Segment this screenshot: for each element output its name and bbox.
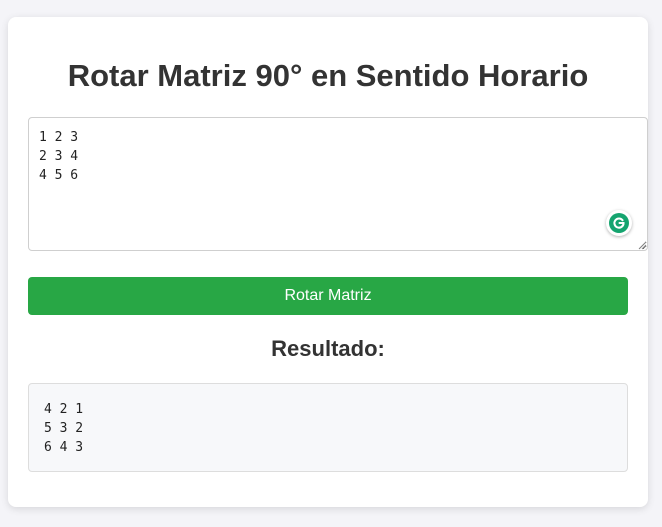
result-output: 4 2 1 5 3 2 6 4 3 [28,383,628,472]
matrix-input[interactable]: 1 2 3 2 3 4 4 5 6 [28,117,648,251]
main-card: Rotar Matriz 90° en Sentido Horario 1 2 … [8,17,648,507]
grammarly-icon[interactable] [606,210,632,236]
rotate-matrix-button[interactable]: Rotar Matriz [28,277,628,315]
resize-grip-icon[interactable] [637,240,647,250]
page-title: Rotar Matriz 90° en Sentido Horario [67,58,589,93]
result-heading: Resultado: [271,336,385,361]
